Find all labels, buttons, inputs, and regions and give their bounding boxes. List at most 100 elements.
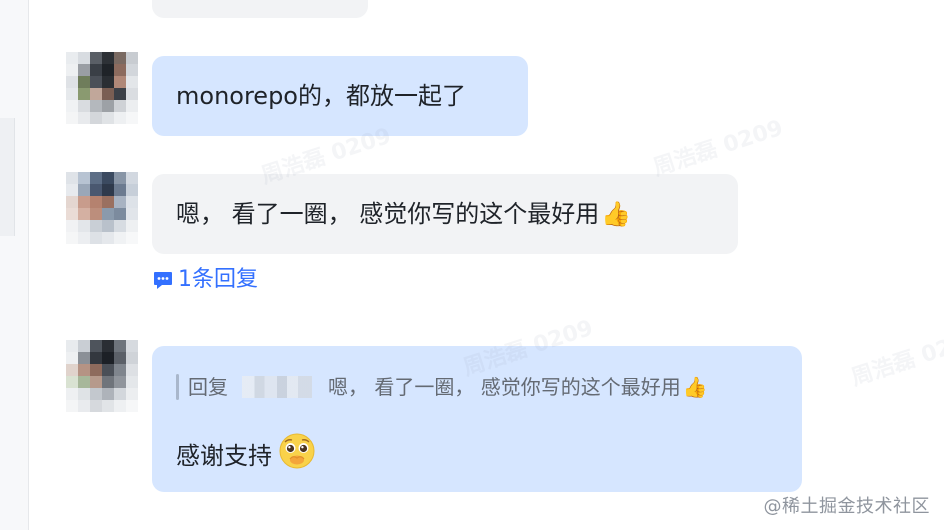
avatar-pixel [90, 364, 102, 376]
watermark: 周浩磊 0209 [650, 115, 787, 182]
avatar-pixel [126, 208, 138, 220]
reply-thread-link[interactable]: 1条回复 [152, 267, 258, 293]
avatar-pixel [114, 364, 126, 376]
avatar-pixel [90, 232, 102, 244]
avatar-pixel [66, 184, 78, 196]
avatar-pixel [90, 400, 102, 412]
watermark: 周浩磊 0209 [848, 325, 944, 392]
avatar-pixel [78, 184, 90, 196]
avatar-pixel [102, 64, 114, 76]
avatar-pixel [114, 352, 126, 364]
avatar-pixel [114, 112, 126, 124]
avatar-pixel [78, 232, 90, 244]
avatar-pixel [114, 88, 126, 100]
avatar-pixel [78, 364, 90, 376]
avatar-pixel [66, 232, 78, 244]
thumbs-up-emoji: 👍 [601, 200, 632, 228]
avatar-pixel [114, 52, 126, 64]
avatar-pixel [126, 112, 138, 124]
avatar-pixel [126, 376, 138, 388]
avatar-pixel [126, 400, 138, 412]
avatar-pixel [102, 172, 114, 184]
quote-text: 嗯， 看了一圈， 感觉你写的这个最好用 [328, 375, 681, 399]
avatar-pixel [66, 340, 78, 352]
avatar-pixel [66, 220, 78, 232]
avatar-pixel [114, 388, 126, 400]
avatar-pixel [78, 100, 90, 112]
avatar-pixel [78, 52, 90, 64]
avatar[interactable] [66, 52, 138, 124]
avatar-pixel [78, 220, 90, 232]
avatar-pixel [114, 376, 126, 388]
message-bubble[interactable]: 嗯， 看了一圈， 感觉你写的这个最好用 👍 [152, 174, 738, 254]
avatar-pixel [90, 220, 102, 232]
reply-message-bubble[interactable]: 回复 嗯， 看了一圈， 感觉你写的这个最好用 👍 感谢支持 [152, 346, 802, 492]
avatar-pixel [102, 352, 114, 364]
avatar-pixel [78, 88, 90, 100]
avatar-pixel [102, 208, 114, 220]
redacted-username [242, 376, 312, 398]
message-text: 嗯， 看了一圈， 感觉你写的这个最好用 [176, 200, 600, 228]
avatar-pixel [66, 376, 78, 388]
quoted-message[interactable]: 回复 嗯， 看了一圈， 感觉你写的这个最好用 👍 [176, 374, 708, 400]
message-bubble[interactable]: monorepo的，都放一起了 [152, 56, 528, 136]
avatar-pixel [66, 196, 78, 208]
avatar-pixel [78, 112, 90, 124]
avatar-pixel [66, 364, 78, 376]
avatar-pixel [66, 100, 78, 112]
avatar-pixel [114, 76, 126, 88]
avatar-pixel [102, 232, 114, 244]
avatar-pixel [102, 52, 114, 64]
avatar-pixel [126, 100, 138, 112]
avatar-pixel [126, 232, 138, 244]
avatar-pixel [78, 172, 90, 184]
avatar-pixel [126, 64, 138, 76]
avatar-pixel [102, 88, 114, 100]
avatar-pixel [90, 52, 102, 64]
avatar-pixel [114, 64, 126, 76]
avatar-pixel [102, 100, 114, 112]
avatar-pixel [102, 400, 114, 412]
avatar-pixel [90, 196, 102, 208]
avatar-pixel [66, 64, 78, 76]
avatar-pixel [90, 112, 102, 124]
avatar-pixel [126, 352, 138, 364]
avatar-pixel [90, 340, 102, 352]
avatar-pixel [90, 352, 102, 364]
quote-prefix: 回复 [188, 375, 228, 399]
avatar-pixel [114, 208, 126, 220]
avatar[interactable] [66, 172, 138, 244]
avatar-pixel [114, 184, 126, 196]
previous-message-bubble [152, 0, 368, 18]
avatar-pixel [126, 340, 138, 352]
avatar-pixel [126, 172, 138, 184]
avatar-pixel [78, 352, 90, 364]
avatar-pixel [66, 52, 78, 64]
avatar-pixel [66, 400, 78, 412]
avatar-pixel [78, 388, 90, 400]
avatar-pixel [90, 88, 102, 100]
avatar-pixel [126, 88, 138, 100]
avatar-pixel [102, 184, 114, 196]
avatar-pixel [66, 208, 78, 220]
avatar-pixel [78, 208, 90, 220]
avatar-pixel [66, 388, 78, 400]
avatar[interactable] [66, 340, 138, 412]
avatar-pixel [66, 88, 78, 100]
avatar-pixel [114, 100, 126, 112]
avatar-pixel [66, 172, 78, 184]
avatar-pixel [126, 52, 138, 64]
avatar-pixel [90, 208, 102, 220]
avatar-pixel [78, 64, 90, 76]
avatar-pixel [90, 76, 102, 88]
avatar-pixel [102, 388, 114, 400]
source-credit: @稀土掘金技术社区 [763, 496, 930, 517]
avatar-pixel [90, 184, 102, 196]
avatar-pixel [90, 100, 102, 112]
avatar-pixel [114, 400, 126, 412]
avatar-pixel [78, 400, 90, 412]
avatar-pixel [126, 196, 138, 208]
left-panel-edge [0, 0, 29, 530]
reply-message-body: 感谢支持 [176, 432, 316, 479]
quote-bar [176, 374, 179, 400]
